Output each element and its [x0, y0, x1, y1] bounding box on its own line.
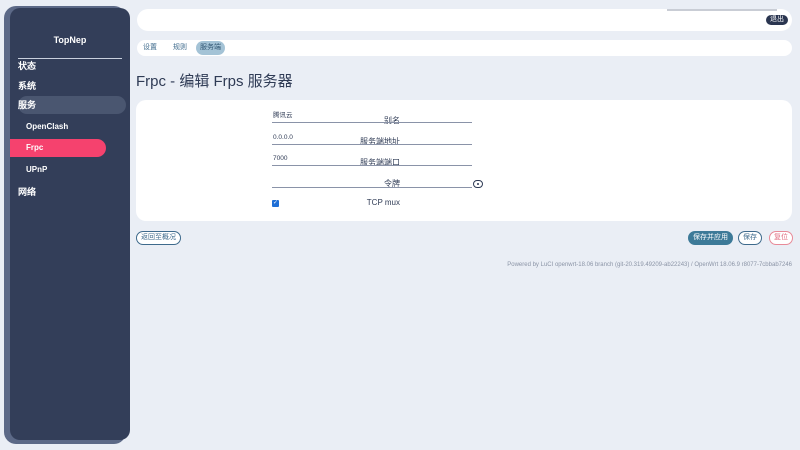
page-title: Frpc - 编辑 Frps 服务器 [136, 73, 293, 90]
sidebar: TopNep 状态 系统 服务 OpenClash Frpc UPnP 网络 [10, 8, 130, 440]
server-port-input[interactable]: 7000 [272, 154, 472, 166]
sidebar-item-status[interactable]: 状态 [18, 57, 126, 75]
tcp-mux-label: TCP mux [366, 198, 400, 207]
sidebar-item-system[interactable]: 系统 [18, 77, 126, 95]
logout-button[interactable]: 退出 [766, 15, 788, 25]
top-bar: 退出 [137, 9, 792, 31]
scroll-indicator [667, 9, 777, 11]
tcp-mux-checkbox[interactable]: ✓ [272, 200, 279, 207]
tab-bar: 设置 规则 服务端 [137, 40, 792, 56]
server-address-input[interactable]: 0.0.0.0 [272, 133, 472, 145]
sidebar-item-openclash[interactable]: OpenClash [10, 118, 106, 136]
form-panel: 别名 腾讯云 服务端地址 0.0.0.0 服务端端口 7000 令牌 TCP m… [136, 100, 792, 221]
sidebar-item-frpc[interactable]: Frpc [10, 139, 106, 157]
reveal-password-icon[interactable] [473, 180, 483, 188]
tab-settings[interactable]: 设置 [139, 41, 161, 55]
save-button[interactable]: 保存 [738, 231, 762, 245]
brand-logo[interactable]: TopNep [10, 35, 130, 45]
reset-button[interactable]: 复位 [769, 231, 793, 245]
token-input[interactable] [272, 176, 472, 188]
tab-rules[interactable]: 规则 [169, 41, 191, 55]
alias-input[interactable]: 腾讯云 [272, 111, 472, 123]
footer-text: Powered by LuCI openwrt-18.06 branch (gi… [507, 262, 792, 268]
sidebar-item-network[interactable]: 网络 [18, 183, 126, 201]
save-apply-button[interactable]: 保存并应用 [688, 231, 733, 245]
sidebar-item-services[interactable]: 服务 [18, 96, 126, 114]
back-to-overview-button[interactable]: 返回至概况 [136, 231, 181, 245]
tab-servers[interactable]: 服务端 [196, 41, 225, 55]
sidebar-item-upnp[interactable]: UPnP [10, 161, 106, 179]
